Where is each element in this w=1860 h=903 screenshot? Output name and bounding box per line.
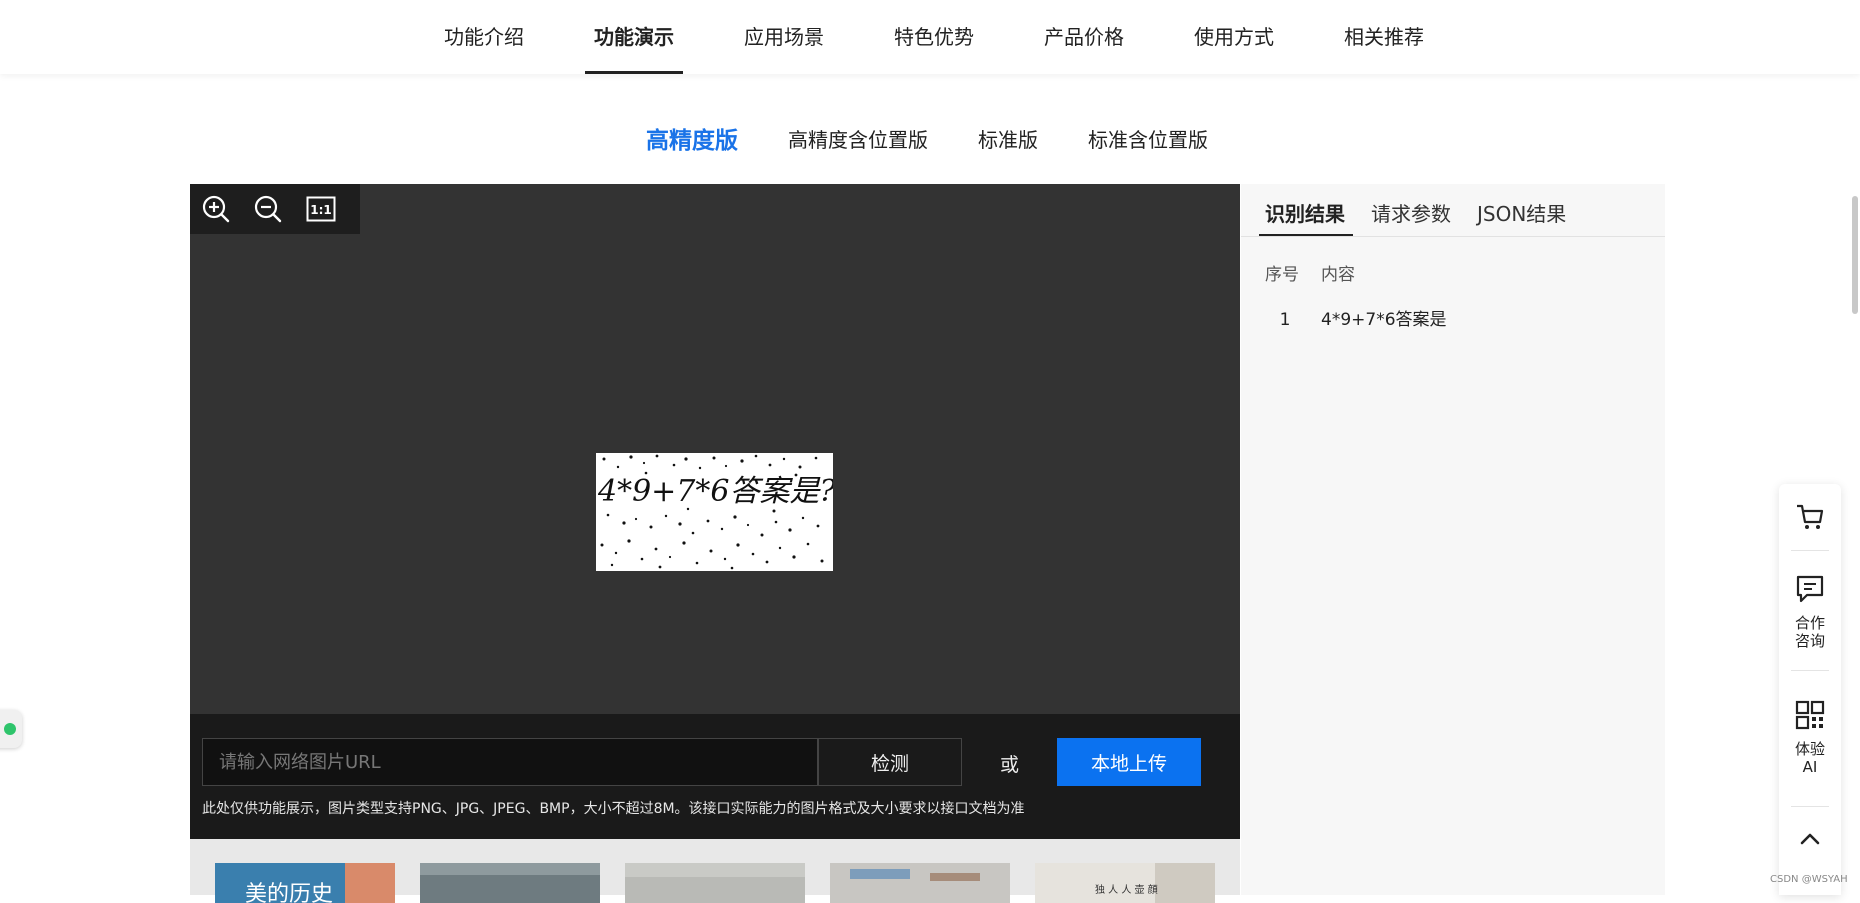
nav-item-pricing[interactable]: 产品价格 xyxy=(1044,0,1124,74)
try-label-2: AI xyxy=(1802,758,1818,776)
chat-icon xyxy=(1795,574,1825,608)
result-table-header: 序号 内容 xyxy=(1265,260,1355,285)
column-header-index: 序号 xyxy=(1265,265,1299,285)
back-to-top-button[interactable] xyxy=(1779,826,1841,856)
image-viewer: 1:1 4*9+7*6答案是? xyxy=(190,184,1240,714)
cart-button[interactable] xyxy=(1779,502,1841,536)
tab-json-result[interactable]: JSON结果 xyxy=(1477,198,1566,227)
nav-item-usage[interactable]: 使用方式 xyxy=(1194,0,1274,74)
row-index: 1 xyxy=(1279,310,1291,330)
nav-item-demo[interactable]: 功能演示 xyxy=(585,0,683,74)
column-header-content: 内容 xyxy=(1321,265,1355,285)
watermark: CSDN @WSYAH xyxy=(1770,874,1848,885)
consult-label-2: 咨询 xyxy=(1794,632,1825,650)
try-label-1: 体验 xyxy=(1794,740,1825,758)
tab-standard[interactable]: 标准版 xyxy=(978,124,1038,153)
nav-item-advantages[interactable]: 特色优势 xyxy=(894,0,974,74)
sample-thumbnail[interactable] xyxy=(625,863,805,903)
sample-thumbnail[interactable]: 独 人 人 壶 顔 xyxy=(1035,863,1215,903)
status-dot-icon xyxy=(4,723,16,735)
or-label: 或 xyxy=(1000,754,1020,776)
result-panel: 识别结果 请求参数 JSON结果 序号 内容 1 4*9+7*6答案是 xyxy=(1241,184,1665,895)
cart-icon xyxy=(1795,502,1825,536)
svg-text:1:1: 1:1 xyxy=(310,203,332,217)
sample-thumbnail[interactable]: 美的历史 xyxy=(215,863,395,903)
floating-sidebar: 合作 咨询 体验 AI xyxy=(1779,484,1841,895)
nav-item-scenarios[interactable]: 应用场景 xyxy=(744,0,824,74)
viewer-toolbar: 1:1 xyxy=(190,184,360,234)
try-ai-button[interactable]: 体验 AI xyxy=(1779,700,1841,776)
result-tabs: 识别结果 请求参数 JSON结果 xyxy=(1241,184,1665,237)
url-input-bar: 检测 或 本地上传 此处仅供功能展示，图片类型支持PNG、JPG、JPEG、BM… xyxy=(190,714,1240,839)
captcha-preview-image: 4*9+7*6答案是? xyxy=(596,453,833,571)
qr-code-icon xyxy=(1795,700,1825,734)
zoom-in-icon[interactable] xyxy=(202,192,230,226)
svg-text:独 人 人 壶 顔: 独 人 人 壶 顔 xyxy=(1095,883,1158,896)
tab-request-params[interactable]: 请求参数 xyxy=(1371,198,1451,227)
actual-size-icon[interactable]: 1:1 xyxy=(306,192,336,226)
status-widget[interactable] xyxy=(0,710,22,748)
nav-item-intro[interactable]: 功能介绍 xyxy=(444,0,524,74)
page-scrollbar[interactable] xyxy=(1852,196,1858,314)
tab-standard-location[interactable]: 标准含位置版 xyxy=(1088,124,1208,153)
chevron-up-icon xyxy=(1797,826,1823,856)
zoom-out-icon[interactable] xyxy=(254,192,282,226)
nav-item-recommend[interactable]: 相关推荐 xyxy=(1344,0,1424,74)
consult-button[interactable]: 合作 咨询 xyxy=(1779,574,1841,650)
tab-high-precision[interactable]: 高精度版 xyxy=(646,121,738,155)
consult-label-1: 合作 xyxy=(1794,614,1825,632)
sample-thumbnails: 美的历史 独 人 人 壶 顔 xyxy=(190,839,1240,903)
table-row: 1 4*9+7*6答案是 xyxy=(1265,305,1447,330)
top-nav: 功能介绍 功能演示 应用场景 特色优势 产品价格 使用方式 相关推荐 xyxy=(0,0,1860,74)
tab-high-precision-location[interactable]: 高精度含位置版 xyxy=(788,124,928,153)
detect-button[interactable]: 检测 xyxy=(818,738,962,786)
usage-note: 此处仅供功能展示，图片类型支持PNG、JPG、JPEG、BMP，大小不超过8M。… xyxy=(202,801,1025,817)
version-tabs: 高精度版 高精度含位置版 标准版 标准含位置版 xyxy=(646,120,1258,156)
sample-thumbnail[interactable] xyxy=(420,863,600,903)
tab-recognition-result[interactable]: 识别结果 xyxy=(1259,198,1353,236)
svg-text:美的历史: 美的历史 xyxy=(245,882,333,903)
local-upload-button[interactable]: 本地上传 xyxy=(1057,738,1201,786)
image-url-input[interactable] xyxy=(202,738,818,786)
row-content: 4*9+7*6答案是 xyxy=(1321,310,1447,330)
svg-text:4*9+7*6答案是?: 4*9+7*6答案是? xyxy=(597,474,833,509)
sample-thumbnail[interactable] xyxy=(830,863,1010,903)
